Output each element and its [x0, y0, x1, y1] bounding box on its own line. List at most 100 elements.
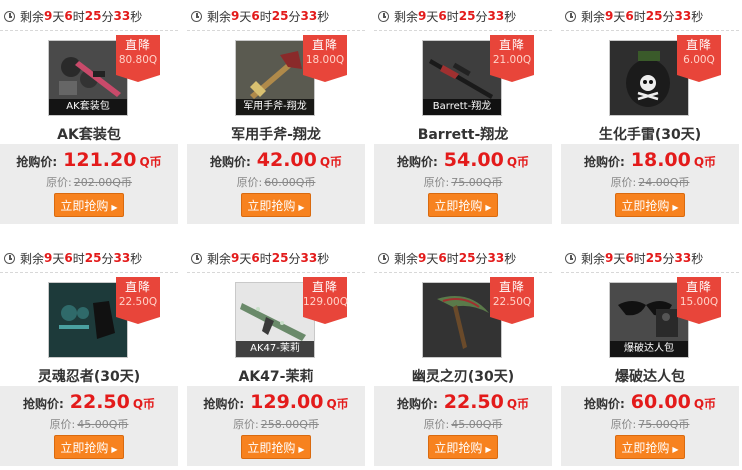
discount-amount: 15.00Q: [679, 296, 719, 308]
countdown-timer: 剩余 9 天 6 时 25 分 33 秒: [191, 7, 329, 25]
divider: [187, 272, 365, 273]
product-card: 剩余 9 天 6 时 25 分 33 秒 爆破达人包 直降 15.00Q 爆破达人包 抢购价: 6…: [561, 242, 739, 468]
rush-price: 抢购价: 22.50 Q币: [22, 391, 156, 413]
thumb-caption: AK套装包: [49, 99, 127, 115]
discount-amount: 21.00Q: [492, 54, 532, 66]
product-card: 剩余 9 天 6 时 25 分 33 秒 直降 22.50Q 幽灵之刃(30天) 抢购价: 22.…: [374, 242, 552, 468]
discount-badge: 直降 22.50Q: [490, 277, 534, 324]
rush-price: 抢购价: 22.50 Q币: [396, 391, 530, 413]
discount-badge: 直降 129.00Q: [303, 277, 349, 324]
thumb-caption: AK47-茉莉: [236, 341, 314, 357]
divider: [374, 272, 552, 273]
rush-price-value: 129.00: [250, 391, 324, 413]
product-name[interactable]: 幽灵之刃(30天): [374, 366, 552, 386]
buy-now-button[interactable]: 立即抢购 ▶: [428, 435, 498, 459]
discount-badge: 直降 15.00Q: [677, 277, 721, 324]
discount-badge: 直降 18.00Q: [303, 35, 347, 82]
price-box: 抢购价: 54.00 Q币 原价: 75.00Q币 立即抢购 ▶: [374, 144, 552, 224]
divider: [0, 30, 178, 31]
clock-icon: [378, 10, 389, 22]
rush-price: 抢购价: 42.00 Q币: [209, 149, 343, 171]
product-card: 剩余 9 天 6 时 25 分 33 秒 军用手斧-翔龙 直降 18.00Q 军用手斧-翔龙 抢…: [187, 0, 365, 226]
original-price: 原价: 258.00Q币: [233, 418, 319, 431]
original-price: 原价: 75.00Q币: [610, 418, 690, 431]
thumb-caption: 爆破达人包: [610, 341, 688, 357]
buy-now-button[interactable]: 立即抢购 ▶: [241, 193, 311, 217]
original-price: 原价: 75.00Q币: [423, 176, 503, 189]
price-box: 抢购价: 42.00 Q币 原价: 60.00Q币 立即抢购 ▶: [187, 144, 365, 224]
countdown-timer: 剩余 9 天 6 时 25 分 33 秒: [378, 249, 516, 267]
price-box: 抢购价: 129.00 Q币 原价: 258.00Q币 立即抢购 ▶: [187, 386, 365, 466]
arrow-right-icon: ▶: [485, 203, 492, 212]
buy-now-button[interactable]: 立即抢购 ▶: [54, 435, 124, 459]
arrow-right-icon: ▶: [298, 203, 305, 212]
price-box: 抢购价: 18.00 Q币 原价: 24.00Q币 立即抢购 ▶: [561, 144, 739, 224]
arrow-right-icon: ▶: [111, 445, 118, 454]
countdown-timer: 剩余 9 天 6 时 25 分 33 秒: [4, 249, 142, 267]
rush-price-value: 60.00: [630, 391, 691, 413]
buy-now-button[interactable]: 立即抢购 ▶: [54, 193, 124, 217]
original-price: 原价: 45.00Q币: [423, 418, 503, 431]
product-card: 剩余 9 天 6 时 25 分 33 秒 Barrett-翔龙 直降 21.00Q Barret…: [374, 0, 552, 226]
arrow-right-icon: ▶: [485, 445, 492, 454]
clock-icon: [191, 10, 202, 22]
discount-badge: 直降 22.50Q: [116, 277, 160, 324]
arrow-right-icon: ▶: [111, 203, 118, 212]
rush-price-value: 54.00: [443, 149, 504, 171]
rush-price: 抢购价: 121.20 Q币: [16, 149, 162, 171]
divider: [187, 30, 365, 31]
rush-price-value: 22.50: [443, 391, 504, 413]
discount-badge: 直降 21.00Q: [490, 35, 534, 82]
product-name[interactable]: 灵魂忍者(30天): [0, 366, 178, 386]
discount-badge: 直降 80.80Q: [116, 35, 160, 82]
original-price: 原价: 45.00Q币: [49, 418, 129, 431]
product-card: 剩余 9 天 6 时 25 分 33 秒 AK套装包 直降 80.80Q AK套装包 抢购价: 1…: [0, 0, 178, 226]
clock-icon: [565, 252, 576, 264]
rush-price-value: 42.00: [256, 149, 317, 171]
buy-now-button[interactable]: 立即抢购 ▶: [241, 435, 311, 459]
countdown-timer: 剩余 9 天 6 时 25 分 33 秒: [4, 7, 142, 25]
rush-price: 抢购价: 129.00 Q币: [203, 391, 349, 413]
price-box: 抢购价: 22.50 Q币 原价: 45.00Q币 立即抢购 ▶: [374, 386, 552, 466]
clock-icon: [191, 252, 202, 264]
rush-price-value: 22.50: [69, 391, 130, 413]
discount-amount: 80.80Q: [118, 54, 158, 66]
arrow-right-icon: ▶: [672, 445, 679, 454]
product-name[interactable]: AK套装包: [0, 124, 178, 144]
countdown-timer: 剩余 9 天 6 时 25 分 33 秒: [191, 249, 329, 267]
discount-amount: 6.00Q: [683, 54, 715, 66]
countdown-timer: 剩余 9 天 6 时 25 分 33 秒: [565, 249, 703, 267]
buy-now-button[interactable]: 立即抢购 ▶: [615, 435, 685, 459]
divider: [561, 30, 739, 31]
product-name[interactable]: 生化手雷(30天): [561, 124, 739, 144]
product-card: 剩余 9 天 6 时 25 分 33 秒 直降 22.50Q 灵魂忍者(30天) 抢购价: 22.…: [0, 242, 178, 468]
price-box: 抢购价: 60.00 Q币 原价: 75.00Q币 立即抢购 ▶: [561, 386, 739, 466]
discount-amount: 22.50Q: [118, 296, 158, 308]
product-name[interactable]: 爆破达人包: [561, 366, 739, 386]
product-name[interactable]: 军用手斧-翔龙: [187, 124, 365, 144]
original-price: 原价: 202.00Q币: [46, 176, 132, 189]
buy-now-button[interactable]: 立即抢购 ▶: [615, 193, 685, 217]
product-card: 剩余 9 天 6 时 25 分 33 秒 AK47-茉莉 直降 129.00Q AK47-茉莉 …: [187, 242, 365, 468]
rush-price: 抢购价: 60.00 Q币: [583, 391, 717, 413]
product-card: 剩余 9 天 6 时 25 分 33 秒 直降 6.00Q 生化手雷(30天) 抢购价: 18.0…: [561, 0, 739, 226]
original-price: 原价: 24.00Q币: [610, 176, 690, 189]
discount-amount: 129.00Q: [303, 296, 349, 308]
product-name[interactable]: Barrett-翔龙: [374, 124, 552, 144]
rush-price-value: 121.20: [63, 149, 137, 171]
product-grid: 剩余 9 天 6 时 25 分 33 秒 AK套装包 直降 80.80Q AK套装包 抢购价: 1…: [0, 0, 742, 470]
original-price: 原价: 60.00Q币: [236, 176, 316, 189]
thumb-caption: 军用手斧-翔龙: [236, 99, 314, 115]
clock-icon: [565, 10, 576, 22]
price-box: 抢购价: 22.50 Q币 原价: 45.00Q币 立即抢购 ▶: [0, 386, 178, 466]
product-name[interactable]: AK47-茉莉: [187, 366, 365, 386]
clock-icon: [4, 252, 15, 264]
rush-price-value: 18.00: [630, 149, 691, 171]
countdown-timer: 剩余 9 天 6 时 25 分 33 秒: [378, 7, 516, 25]
arrow-right-icon: ▶: [298, 445, 305, 454]
clock-icon: [4, 10, 15, 22]
rush-price: 抢购价: 54.00 Q币: [396, 149, 530, 171]
clock-icon: [378, 252, 389, 264]
rush-price: 抢购价: 18.00 Q币: [583, 149, 717, 171]
buy-now-button[interactable]: 立即抢购 ▶: [428, 193, 498, 217]
